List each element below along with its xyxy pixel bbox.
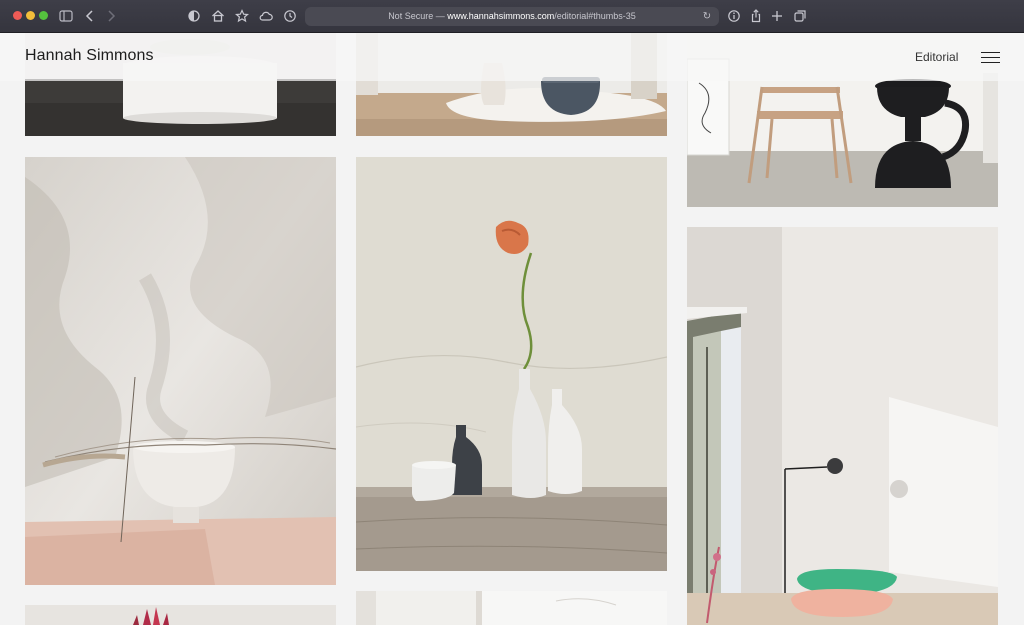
bookmark-star-icon[interactable] [234, 8, 250, 24]
thumb-vases-orange-flower[interactable] [356, 157, 667, 571]
hamburger-menu-icon[interactable] [981, 52, 1000, 64]
new-tab-icon[interactable] [769, 8, 785, 24]
close-window-button[interactable] [13, 11, 22, 20]
address-bar[interactable]: Not Secure — www.hannahsimmons.com/edito… [305, 7, 719, 26]
tab-overview-icon[interactable] [792, 8, 808, 24]
home-icon[interactable] [210, 8, 226, 24]
zoom-window-button[interactable] [39, 11, 48, 20]
nav-link-editorial[interactable]: Editorial [915, 50, 958, 64]
icloud-icon[interactable] [258, 8, 274, 24]
url-path: /editorial#thumbs-35 [554, 11, 636, 21]
info-icon[interactable] [726, 8, 742, 24]
thumb-window-shelf[interactable] [356, 591, 667, 625]
thumb-red-flowers[interactable] [25, 605, 336, 625]
share-icon[interactable] [748, 8, 764, 24]
site-title[interactable]: Hannah Simmons [25, 47, 154, 65]
thumb-bright-room-cushions[interactable] [687, 227, 998, 625]
thumb-shadow-bowl-dried-grass[interactable] [25, 157, 336, 585]
sidebar-icon[interactable] [58, 8, 74, 24]
history-clock-icon[interactable] [282, 8, 298, 24]
reload-icon[interactable]: ↻ [701, 8, 713, 24]
url-host: www.hannahsimmons.com [447, 11, 555, 21]
site-header: Hannah Simmons Editorial [0, 33, 1024, 81]
minimize-window-button[interactable] [26, 11, 35, 20]
browser-toolbar: Not Secure — www.hannahsimmons.com/edito… [0, 0, 1024, 33]
privacy-shield-icon[interactable] [186, 8, 202, 24]
web-page: Hannah Simmons Editorial [0, 33, 1024, 625]
forward-icon[interactable] [103, 8, 119, 24]
not-secure-label: Not Secure — [388, 11, 448, 21]
back-icon[interactable] [82, 8, 98, 24]
